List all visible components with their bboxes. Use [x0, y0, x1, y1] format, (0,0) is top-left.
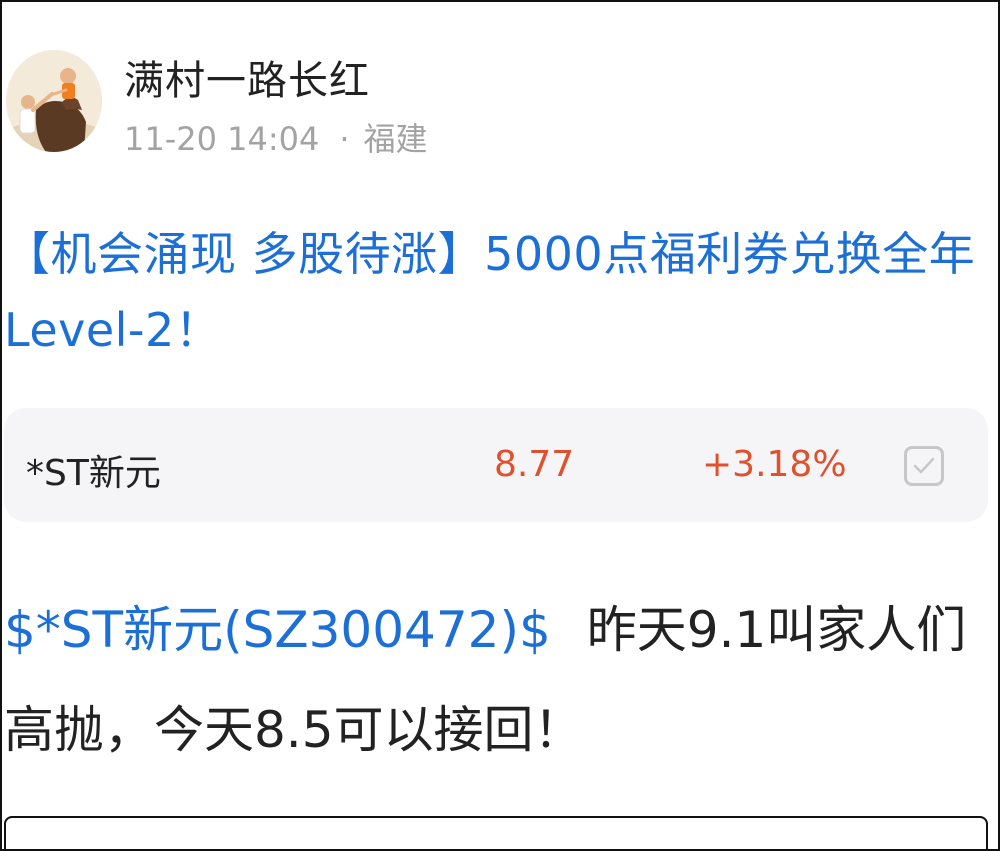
author-name[interactable]: 满村一路长红: [124, 48, 370, 106]
avatar-image-icon: [6, 50, 102, 152]
post-headline-link[interactable]: 【机会涌现 多股待涨】5000点福利券兑换全年Level-2！: [4, 216, 994, 368]
post-location: 福建: [363, 120, 428, 158]
post-body: $*ST新元(SZ300472)$ 昨天9.1叫家人们高抛，今天8.5可以接回！: [4, 580, 994, 780]
post-meta: 11-20 14:04 · 福建: [124, 114, 428, 160]
stock-tag-link[interactable]: $*ST新元(SZ300472)$: [4, 601, 551, 659]
stock-change: +3.18%: [702, 444, 847, 485]
stock-price: 8.77: [494, 444, 575, 485]
stock-name: *ST新元: [26, 453, 161, 494]
stock-card[interactable]: *ST新元 8.77 +3.18%: [4, 408, 988, 522]
embedded-card: [4, 816, 988, 849]
post-time: 11-20 14:04: [124, 120, 320, 158]
add-watchlist-checkbox[interactable]: [904, 446, 944, 486]
meta-separator: ·: [339, 120, 350, 158]
checkbox-icon: [913, 457, 935, 474]
author-avatar[interactable]: [6, 50, 102, 152]
post-view: 满村一路长红 11-20 14:04 · 福建 【机会涌现 多股待涨】5000点福利…: [0, 0, 1000, 851]
